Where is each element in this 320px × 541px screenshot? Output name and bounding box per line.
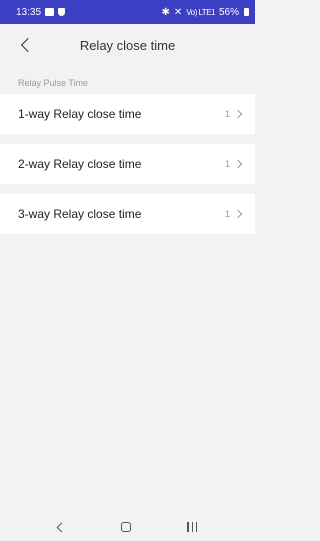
bluetooth-icon: ✱ [161, 6, 170, 18]
chevron-right-icon [233, 209, 243, 219]
relay-item-2[interactable]: 2-way Relay close time 1 [0, 144, 255, 184]
page-title: Relay close time [79, 37, 176, 53]
relay-item-right: 1 [225, 209, 243, 219]
section-label: Relay Pulse Time [18, 78, 89, 88]
relay-item-right: 1 [225, 109, 243, 119]
relay-item-value: 1 [224, 109, 230, 119]
status-left: 13:35 [16, 6, 66, 18]
signal-text: Vo) LTE1 [186, 7, 215, 17]
relay-item-value: 1 [224, 159, 230, 169]
gallery-icon [45, 8, 55, 16]
battery-icon [244, 8, 249, 16]
mute-icon: ✕ [173, 6, 183, 18]
relay-item-1[interactable]: 1-way Relay close time 1 [0, 94, 255, 134]
relay-item-3[interactable]: 3-way Relay close time 1 [0, 194, 255, 234]
relay-list: 1-way Relay close time 1 2-way Relay clo… [0, 94, 255, 234]
relay-item-right: 1 [225, 159, 243, 169]
battery-text: 56% [218, 6, 239, 18]
status-bar: 13:35 ✱ ✕ Vo) LTE1 56% [0, 0, 255, 24]
nav-recent-icon[interactable] [187, 522, 197, 532]
back-button[interactable] [14, 33, 38, 57]
nav-home-icon[interactable] [121, 522, 132, 532]
relay-item-label: 3-way Relay close time [18, 207, 142, 221]
relay-item-label: 1-way Relay close time [18, 107, 142, 121]
chevron-left-icon [20, 37, 36, 53]
nav-header: Relay close time [0, 24, 255, 66]
status-right: ✱ ✕ Vo) LTE1 56% [161, 7, 249, 18]
system-nav-bar [0, 513, 255, 541]
nav-back-icon[interactable] [56, 522, 67, 532]
chevron-right-icon [233, 159, 243, 169]
shield-icon [58, 8, 66, 16]
chevron-right-icon [233, 109, 243, 119]
status-time: 13:35 [16, 6, 42, 18]
relay-item-label: 2-way Relay close time [18, 157, 142, 171]
relay-item-value: 1 [224, 209, 230, 219]
